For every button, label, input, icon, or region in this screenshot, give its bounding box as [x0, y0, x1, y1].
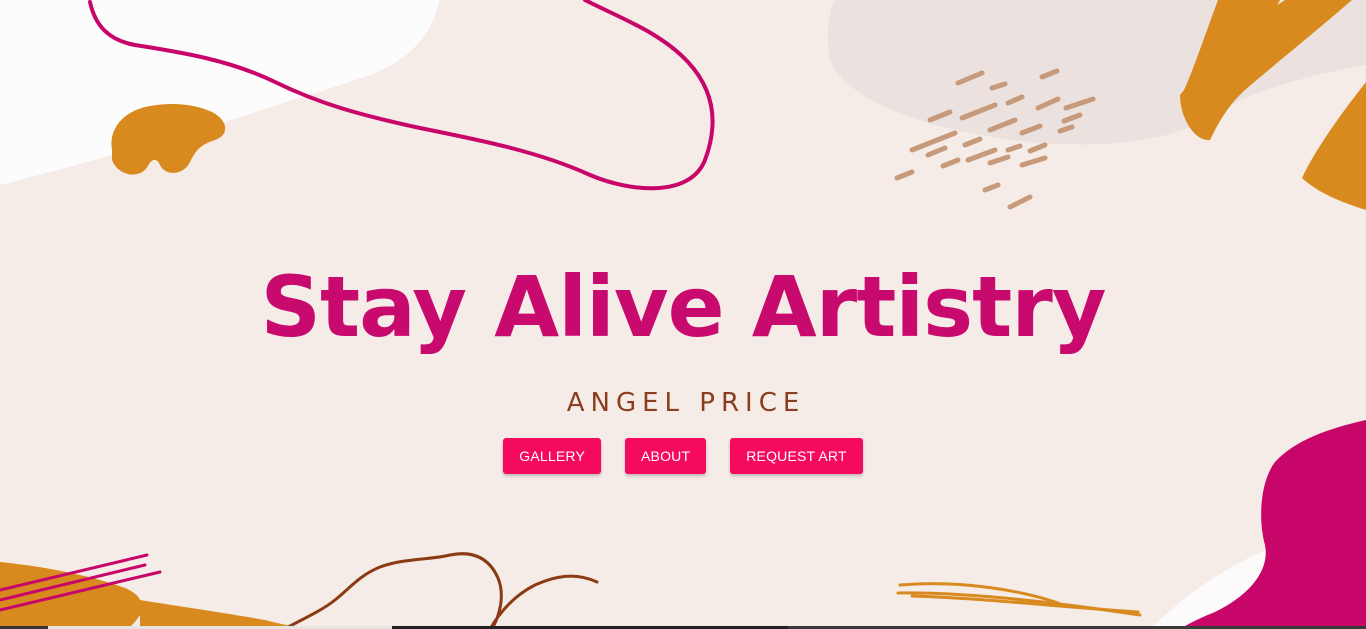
gallery-button[interactable]: GALLERY [503, 438, 601, 474]
request-art-button[interactable]: REQUEST ART [730, 438, 863, 474]
about-button[interactable]: ABOUT [625, 438, 707, 474]
hero-content: Stay Alive Artistry ANGEL PRICE GALLERY … [0, 0, 1366, 629]
main-nav: GALLERY ABOUT REQUEST ART [0, 438, 1366, 474]
hero-section: Stay Alive Artistry ANGEL PRICE GALLERY … [0, 0, 1366, 629]
site-title: Stay Alive Artistry [260, 258, 1106, 356]
artist-name: ANGEL PRICE [566, 388, 806, 418]
